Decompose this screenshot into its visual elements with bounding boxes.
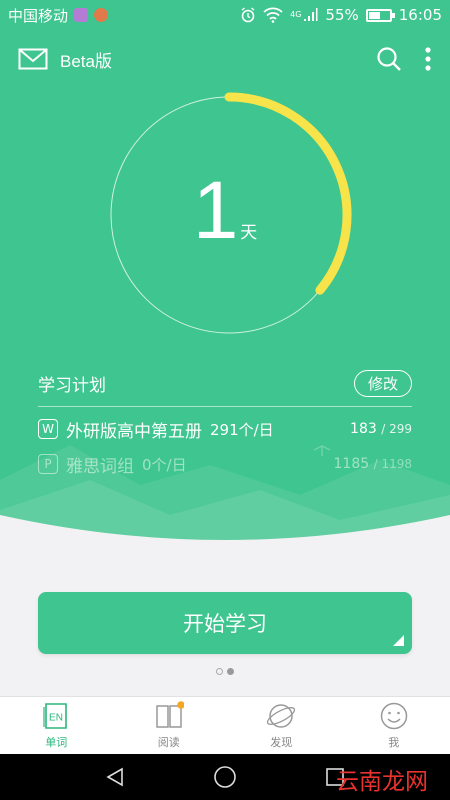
day-counter: 1天 — [0, 170, 450, 252]
pager-dots — [0, 668, 450, 675]
book-name: 外研版高中第五册 — [66, 421, 202, 442]
more-vertical-icon[interactable] — [424, 46, 432, 72]
battery-percent: 55% — [325, 6, 359, 24]
divider — [38, 406, 412, 407]
app-title: Beta版 — [60, 51, 112, 71]
book-icon — [156, 701, 184, 728]
tab-word[interactable]: EN 单词 — [0, 697, 113, 754]
status-bar: 中国移动 4G 55% 16:05 — [0, 0, 450, 30]
tab-discover[interactable]: 发现 — [225, 697, 338, 754]
pager-dot-active[interactable] — [227, 668, 234, 675]
tab-bar: EN 单词 阅读 发现 我 — [0, 696, 450, 754]
battery-fill — [368, 11, 380, 19]
book-done-count: 183 — [350, 421, 377, 437]
home-icon[interactable] — [213, 765, 237, 789]
en-word-icon: EN — [43, 703, 68, 729]
book-daily-rate: 291个/日 — [210, 420, 274, 439]
smile-face-icon — [380, 702, 407, 730]
tab-reading[interactable]: 阅读 — [113, 697, 226, 754]
day-unit: 天 — [240, 223, 258, 242]
book-tag-icon: P — [38, 454, 58, 474]
start-study-label: 开始学习 — [183, 612, 267, 636]
tab-label: 我 — [388, 736, 400, 749]
corner-triangle-icon — [393, 635, 404, 646]
carrier-label: 中国移动 — [8, 6, 69, 25]
book-progress: 183 / 299 — [350, 421, 412, 437]
book-item-inactive[interactable]: P 雅思词组 0个/日 1185 / 1198 — [38, 450, 412, 478]
book-tag-icon: W — [38, 419, 58, 439]
signal-icon — [304, 8, 318, 21]
battery-icon — [365, 8, 395, 22]
top-bar: Beta版 — [0, 30, 450, 88]
tab-label: 单词 — [45, 736, 68, 749]
app-notification-icon — [74, 8, 89, 22]
search-icon[interactable] — [376, 46, 402, 72]
book-total-count: / 299 — [381, 422, 412, 436]
network-type: 4G — [290, 10, 302, 19]
book-daily-rate: 0个/日 — [142, 455, 187, 474]
wifi-icon — [263, 7, 283, 23]
alarm-icon — [241, 7, 255, 23]
study-plan-label: 学习计划 — [38, 375, 106, 396]
day-count: 1 — [192, 165, 239, 256]
book-done-count: 1185 — [333, 456, 370, 472]
book-name: 雅思词组 — [66, 456, 134, 477]
tab-label: 发现 — [270, 736, 293, 749]
tab-me[interactable]: 我 — [338, 697, 450, 754]
back-icon[interactable] — [104, 766, 126, 788]
en-word-icon-label: EN — [49, 713, 63, 724]
clock: 16:05 — [398, 6, 442, 24]
watermark: 云南龙网 — [336, 769, 428, 795]
book-item-active[interactable]: W 外研版高中第五册 291个/日 183 / 299 — [38, 415, 412, 443]
start-study-button[interactable]: 开始学习 — [38, 592, 412, 654]
book-progress: 1185 / 1198 — [334, 456, 413, 472]
app-notification-icon-2 — [94, 8, 109, 22]
edit-plan-button[interactable]: 修改 — [353, 369, 412, 397]
tab-label: 阅读 — [157, 736, 180, 749]
study-plan-header: 学习计划 修改 — [38, 368, 412, 398]
mail-icon[interactable] — [18, 48, 48, 70]
book-total-count: / 1198 — [373, 457, 412, 471]
system-nav-bar: 云南龙网 — [0, 754, 450, 800]
pager-dot[interactable] — [216, 668, 223, 675]
planet-icon — [267, 704, 296, 728]
